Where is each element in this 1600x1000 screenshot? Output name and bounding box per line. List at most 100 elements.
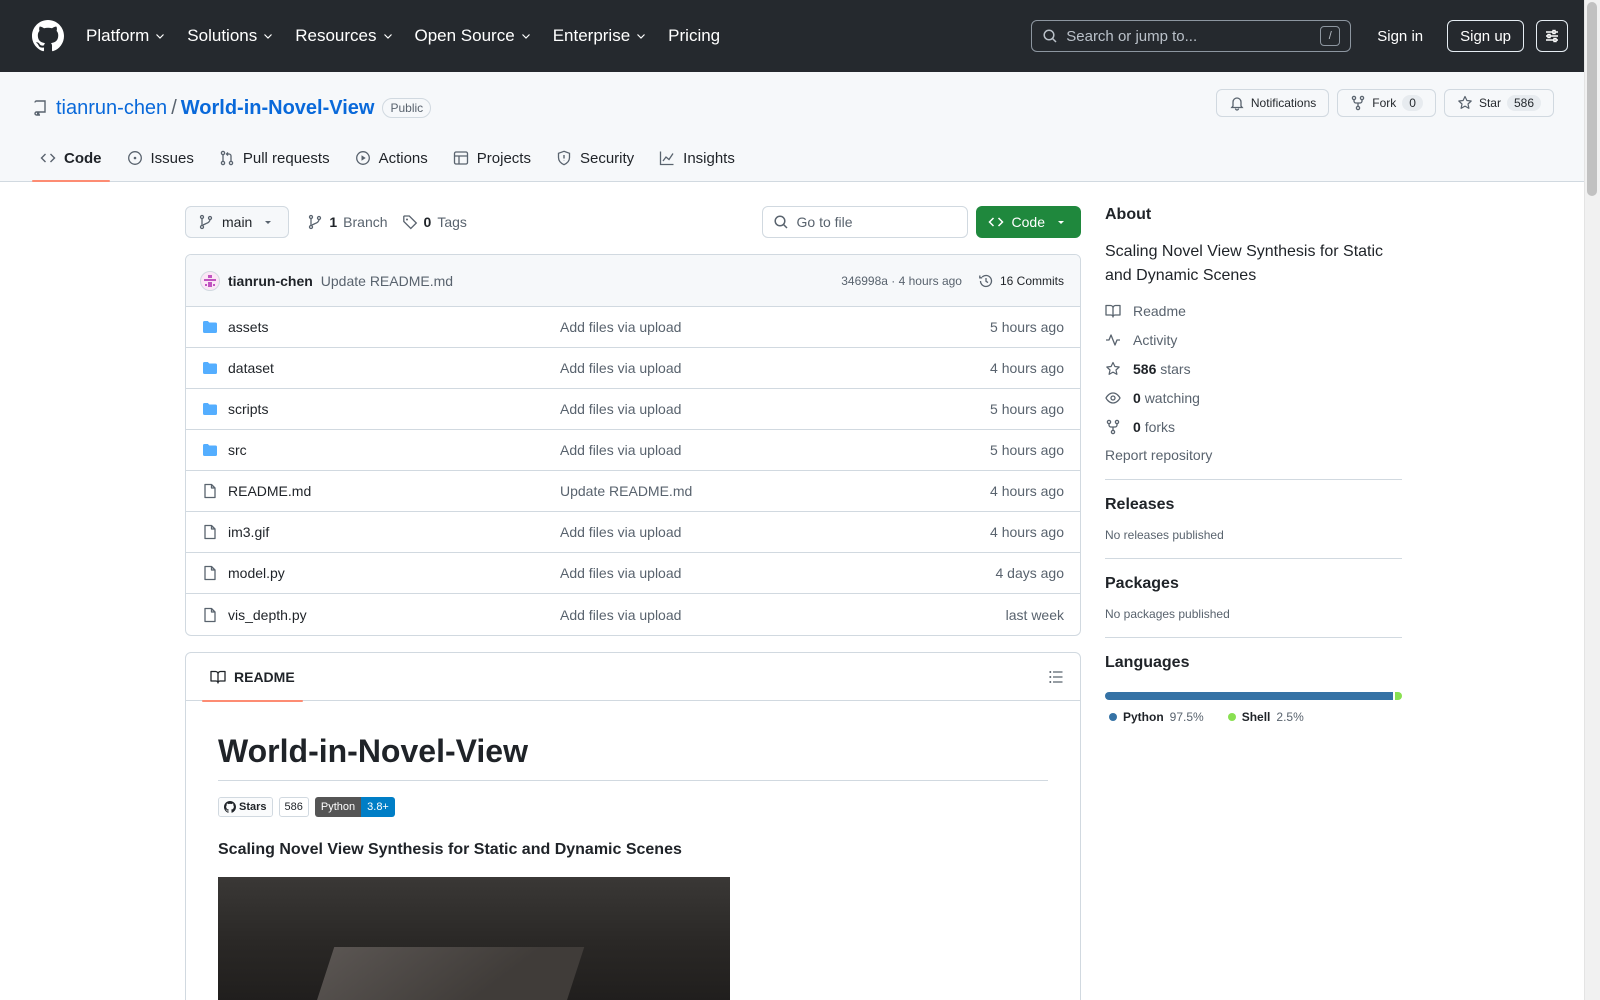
avatar[interactable] (200, 270, 220, 291)
commits-history-link[interactable]: 16 Commits (978, 273, 1064, 289)
outline-button[interactable] (1048, 669, 1064, 685)
commit-hash-time[interactable]: 346998a · 4 hours ago (841, 274, 962, 288)
file-row[interactable]: assets Add files via upload 5 hours ago (186, 307, 1080, 348)
repo-owner-link[interactable]: tianrun-chen (56, 97, 167, 120)
notifications-button[interactable]: Notifications (1215, 89, 1330, 117)
tab-actions[interactable]: Actions (347, 135, 436, 181)
commit-message-link[interactable]: Update README.md (321, 273, 453, 289)
readme-link[interactable]: Readme (1105, 296, 1402, 325)
file-row[interactable]: scripts Add files via upload 5 hours ago (186, 389, 1080, 430)
book-icon (210, 670, 226, 684)
eye-icon (1105, 391, 1121, 404)
file-row[interactable]: vis_depth.py Add files via upload last wee… (186, 594, 1080, 635)
activity-link[interactable]: Activity (1105, 325, 1402, 354)
search-placeholder: Search or jump to... (1066, 27, 1198, 45)
file-commit-link[interactable]: Add files via upload (560, 524, 990, 540)
github-stars-count-badge[interactable]: 586 (278, 797, 309, 817)
file-commit-link[interactable]: Add files via upload (560, 360, 990, 376)
main-content: main 1 Branch 0 Tags Go to file Code tia… (185, 206, 1081, 1000)
page-scrollbar[interactable] (1584, 0, 1600, 1000)
tab-label: Actions (378, 149, 428, 167)
caret-down-icon (265, 221, 272, 224)
divider (1105, 479, 1402, 480)
file-name-link[interactable]: README.md (228, 483, 560, 499)
nav-solutions[interactable]: Solutions (187, 26, 274, 46)
chevron-down-icon (264, 34, 273, 39)
repo-name-link[interactable]: World-in-Novel-View (181, 97, 375, 120)
file-name-link[interactable]: vis_depth.py (228, 607, 560, 623)
go-to-file-input[interactable]: Go to file (761, 206, 968, 238)
file-row[interactable]: src Add files via upload 5 hours ago (186, 430, 1080, 471)
nav-platform[interactable]: Platform (86, 26, 166, 46)
packages-heading[interactable]: Packages (1105, 575, 1402, 593)
branch-select-button[interactable]: main (185, 206, 290, 238)
language-item[interactable]: Shell 2.5% (1227, 710, 1304, 724)
scrollbar-thumb[interactable] (1587, 2, 1597, 196)
file-row[interactable]: im3.gif Add files via upload 4 hours ago (186, 512, 1080, 553)
fork-button[interactable]: Fork 0 (1337, 89, 1436, 117)
file-commit-link[interactable]: Add files via upload (560, 442, 990, 458)
file-name-link[interactable]: im3.gif (228, 524, 560, 540)
readme-title: World-in-Novel-View (218, 733, 1048, 781)
branch-label: Branch (343, 214, 388, 230)
file-row[interactable]: dataset Add files via upload 4 hours ago (186, 348, 1080, 389)
commit-author-link[interactable]: tianrun-chen (228, 273, 313, 289)
github-stars-badge[interactable]: Stars (218, 797, 273, 817)
tab-pull-requests[interactable]: Pull requests (211, 135, 338, 181)
badges: Stars 586 Python 3.8+ (218, 797, 1048, 817)
report-repository-link[interactable]: Report repository (1105, 447, 1402, 463)
forks-link[interactable]: 0 forks (1105, 412, 1402, 441)
tab-insights[interactable]: Insights (651, 135, 743, 181)
readme-body: World-in-Novel-View Stars 586 Python 3.8… (186, 701, 1080, 1000)
nav-label: Open Source (414, 26, 515, 45)
tab-issues[interactable]: Issues (119, 135, 202, 181)
readme-preview-image (218, 877, 730, 1000)
about-heading: About (1105, 206, 1152, 223)
star-icon (1458, 95, 1472, 109)
nav-label: Solutions (187, 26, 258, 45)
tags-link[interactable]: 0 Tags (402, 214, 467, 230)
global-search-input[interactable]: Search or jump to... / (1031, 20, 1352, 52)
readme-tab[interactable]: README (202, 653, 303, 702)
file-commit-link[interactable]: Add files via upload (560, 607, 1006, 623)
tab-security[interactable]: Security (548, 135, 642, 181)
file-row[interactable]: README.md Update README.md 4 hours ago (186, 471, 1080, 512)
file-name-link[interactable]: src (228, 442, 560, 458)
tab-projects[interactable]: Projects (445, 135, 539, 181)
stars-link[interactable]: 586 stars (1105, 354, 1402, 383)
file-name-link[interactable]: assets (228, 319, 560, 335)
identicon-icon (204, 274, 216, 287)
releases-heading[interactable]: Releases (1105, 496, 1402, 514)
tab-code[interactable]: Code (32, 135, 110, 182)
file-commit-link[interactable]: Update README.md (560, 483, 990, 499)
tag-icon (402, 215, 417, 230)
file-commit-link[interactable]: Add files via upload (560, 401, 990, 417)
book-icon (1105, 304, 1121, 318)
branches-link[interactable]: 1 Branch (307, 214, 388, 230)
file-commit-link[interactable]: Add files via upload (560, 319, 990, 335)
fork-icon (1106, 419, 1120, 434)
nav-enterprise[interactable]: Enterprise (553, 26, 647, 46)
nav-resources[interactable]: Resources (295, 26, 393, 46)
github-logo-icon[interactable] (32, 20, 64, 52)
tab-label: Pull requests (242, 149, 330, 167)
sign-in-link[interactable]: Sign in (1377, 28, 1423, 45)
file-commit-link[interactable]: Add files via upload (560, 565, 996, 581)
nav-open-source[interactable]: Open Source (415, 26, 532, 46)
file-row[interactable]: model.py Add files via upload 4 days ago (186, 553, 1080, 594)
code-download-button[interactable]: Code (975, 206, 1081, 238)
file-date: 5 hours ago (990, 319, 1064, 335)
go-to-file-placeholder: Go to file (796, 214, 853, 230)
file-name-link[interactable]: dataset (228, 360, 560, 376)
file-name-link[interactable]: model.py (228, 565, 560, 581)
command-palette-button[interactable] (1536, 20, 1568, 52)
language-item[interactable]: Python 97.5% (1109, 710, 1204, 724)
file-icon (202, 483, 218, 499)
play-icon (355, 151, 370, 165)
sign-up-button[interactable]: Sign up (1447, 20, 1524, 52)
star-button[interactable]: Star 586 (1443, 89, 1554, 117)
nav-pricing[interactable]: Pricing (668, 26, 720, 46)
file-name-link[interactable]: scripts (228, 401, 560, 417)
tab-label: Insights (683, 149, 735, 167)
watchers-link[interactable]: 0 watching (1105, 383, 1402, 412)
